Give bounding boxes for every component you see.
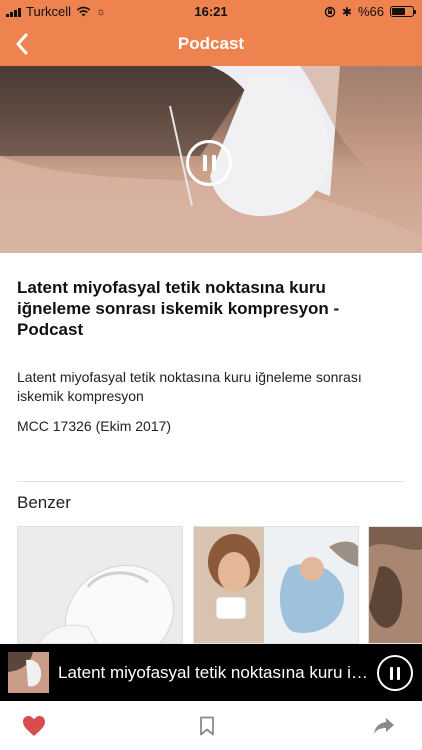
card-image	[18, 527, 182, 643]
mini-player[interactable]: Latent miyofasyal tetik noktasına kuru i…	[0, 644, 422, 701]
article-description: Latent miyofasyal tetik noktasına kuru i…	[17, 369, 362, 404]
share-button[interactable]	[369, 713, 399, 739]
header: Turkcell ☼ 16:21 ✱ %66 Podcast	[0, 0, 422, 66]
status-bar: Turkcell ☼ 16:21 ✱ %66	[0, 0, 422, 22]
heart-icon	[23, 716, 45, 736]
pause-icon[interactable]	[186, 140, 232, 186]
page-title: Podcast	[177, 34, 245, 53]
orientation-lock-icon	[324, 6, 336, 17]
related-card[interactable]	[368, 526, 422, 644]
related-carousel[interactable]	[17, 526, 422, 644]
mini-player-title: Latent miyofasyal tetik noktasına kuru i…	[58, 663, 368, 682]
nav-bar: Podcast	[0, 22, 422, 66]
battery-icon	[390, 6, 416, 17]
article-title: Latent miyofasyal tetik noktasına kuru i…	[17, 278, 340, 339]
article-reference: MCC 17326 (Ekim 2017)	[17, 418, 172, 434]
battery-percent: %66	[357, 4, 384, 19]
mini-player-thumbnail	[8, 652, 49, 693]
share-icon	[374, 718, 394, 734]
related-card[interactable]	[193, 526, 359, 644]
bookmark-icon	[200, 716, 214, 736]
card-image	[369, 527, 422, 643]
bookmark-button[interactable]	[192, 713, 222, 739]
pause-icon[interactable]	[377, 655, 413, 691]
related-section-title: Benzer	[17, 493, 71, 512]
bluetooth-icon: ✱	[341, 4, 352, 19]
divider	[17, 481, 405, 482]
favorite-button[interactable]	[19, 713, 49, 739]
card-image	[194, 527, 358, 643]
related-card[interactable]	[17, 526, 183, 644]
hero-image[interactable]	[0, 66, 422, 253]
bottom-toolbar	[0, 701, 422, 750]
